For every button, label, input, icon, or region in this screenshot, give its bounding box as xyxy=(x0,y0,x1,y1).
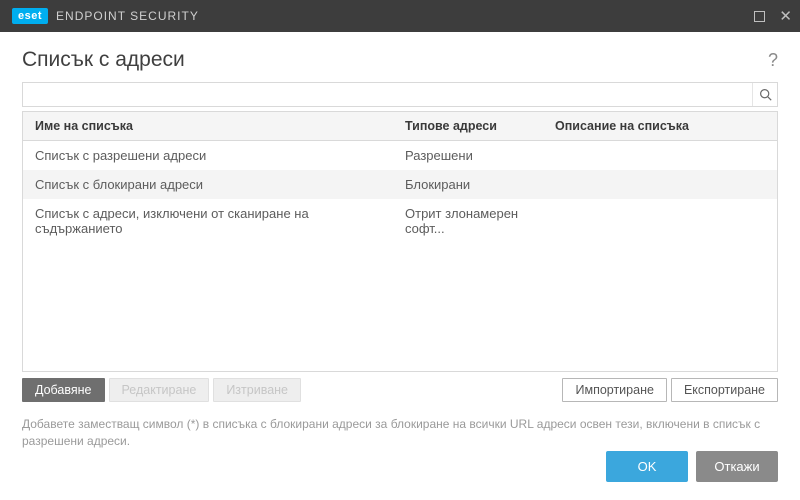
help-icon[interactable]: ? xyxy=(768,50,778,71)
brand: eset ENDPOINT SECURITY xyxy=(12,8,199,24)
cell-types: Разрешени xyxy=(393,141,543,170)
titlebar: eset ENDPOINT SECURITY ✕ xyxy=(0,0,800,32)
import-button[interactable]: Импортиране xyxy=(562,378,666,402)
table-row[interactable]: Списък с блокирани адреси Блокирани xyxy=(23,170,777,199)
add-button[interactable]: Добавяне xyxy=(22,378,105,402)
col-types[interactable]: Типове адреси xyxy=(393,112,543,140)
product-name: ENDPOINT SECURITY xyxy=(56,9,199,23)
col-desc[interactable]: Описание на списъка xyxy=(543,112,777,140)
cell-name: Списък с адреси, изключени от сканиране … xyxy=(23,199,393,243)
search-input[interactable] xyxy=(23,83,752,106)
cell-types: Отрит злонамерен софт... xyxy=(393,199,543,243)
cell-desc xyxy=(543,170,777,199)
search-icon[interactable] xyxy=(752,83,777,106)
cell-desc xyxy=(543,141,777,170)
col-name[interactable]: Име на списъка xyxy=(23,112,393,140)
edit-button: Редактиране xyxy=(109,378,210,402)
table-row[interactable]: Списък с разрешени адреси Разрешени xyxy=(23,141,777,170)
search-bar xyxy=(22,82,778,107)
address-table: Списък с разрешени адреси Разрешени Спис… xyxy=(22,141,778,372)
brand-logo: eset xyxy=(12,8,48,24)
toolbar: Добавяне Редактиране Изтриване Импортира… xyxy=(22,378,778,402)
cell-name: Списък с блокирани адреси xyxy=(23,170,393,199)
window-controls: ✕ xyxy=(754,7,792,25)
page-header: Списък с адреси ? xyxy=(0,32,800,82)
cancel-button[interactable]: Откажи xyxy=(696,451,778,482)
table-row[interactable]: Списък с адреси, изключени от сканиране … xyxy=(23,199,777,243)
ok-button[interactable]: OK xyxy=(606,451,688,482)
cell-types: Блокирани xyxy=(393,170,543,199)
cell-name: Списък с разрешени адреси xyxy=(23,141,393,170)
delete-button: Изтриване xyxy=(213,378,301,402)
export-button[interactable]: Експортиране xyxy=(671,378,778,402)
page-title: Списък с адреси xyxy=(22,48,185,72)
dialog-footer: OK Откажи xyxy=(0,435,800,500)
cell-desc xyxy=(543,199,777,243)
maximize-icon[interactable] xyxy=(754,11,765,22)
table-header: Име на списъка Типове адреси Описание на… xyxy=(22,111,778,141)
close-icon[interactable]: ✕ xyxy=(779,7,792,25)
